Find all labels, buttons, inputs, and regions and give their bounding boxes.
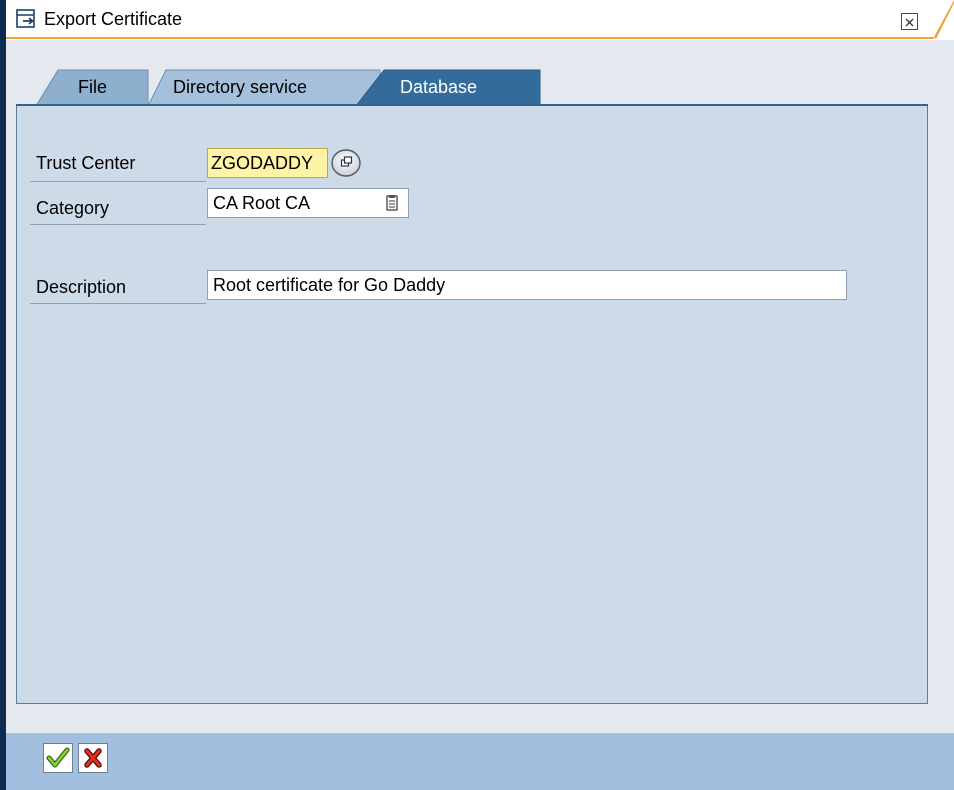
database-tab-panel [16, 104, 928, 704]
category-underline [30, 224, 206, 225]
tab-file-label: File [78, 77, 108, 97]
cancel-x-icon [84, 748, 102, 768]
trust-center-label: Trust Center [36, 153, 136, 173]
close-button[interactable] [901, 13, 918, 30]
title-accent-line [6, 37, 934, 39]
tab-database-label: Database [400, 77, 478, 97]
dropdown-list-icon[interactable] [385, 194, 399, 212]
category-label: Category [36, 198, 110, 218]
tab-database[interactable]: Database [356, 68, 542, 106]
value-help-button[interactable] [329, 149, 361, 177]
description-label: Description [36, 277, 127, 297]
window-title: Export Certificate [44, 9, 183, 29]
title-accent-diagonal [934, 0, 954, 39]
tab-file[interactable]: File [36, 68, 156, 106]
trust-center-input[interactable]: ZGODADDY [207, 148, 328, 178]
title-bar: Export Certificate [6, 0, 954, 40]
description-input[interactable]: Root certificate for Go Daddy [207, 270, 847, 300]
cancel-button[interactable] [78, 743, 108, 773]
window-left-border [0, 0, 6, 790]
checkmark-icon [46, 747, 70, 768]
category-dropdown[interactable]: CA Root CA [207, 188, 409, 218]
tab-directory-service[interactable]: Directory service [148, 68, 384, 106]
panel-top-border [16, 104, 928, 106]
tab-directory-label: Directory service [173, 77, 308, 97]
confirm-button[interactable] [43, 743, 73, 773]
description-underline [30, 303, 206, 304]
export-window-icon [16, 9, 35, 28]
close-icon [905, 18, 914, 27]
dialog-footer [6, 733, 954, 790]
trust-center-underline [30, 181, 206, 182]
